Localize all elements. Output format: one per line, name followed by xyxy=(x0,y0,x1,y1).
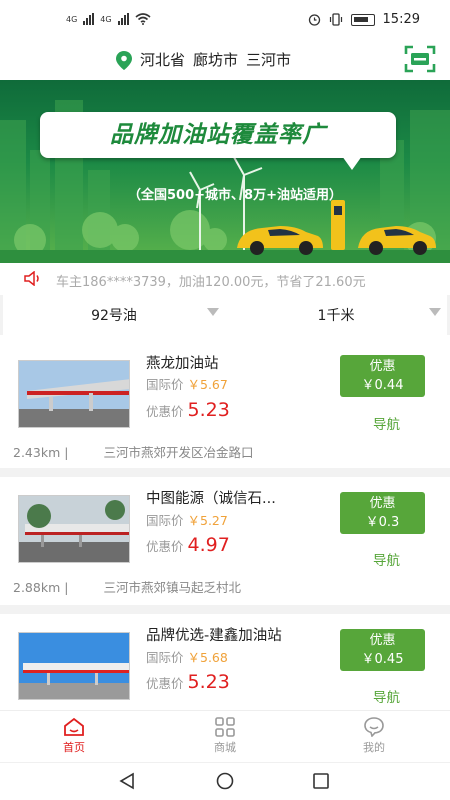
ticker-text: 车主186****3739，加油120.00元，节省了21.60元 xyxy=(56,275,366,290)
disc-price-label: 优惠价 xyxy=(146,539,184,554)
wifi-icon xyxy=(135,13,151,25)
scan-button[interactable] xyxy=(404,45,436,73)
address: 三河市燕郊开发区冶金路口 xyxy=(103,445,254,460)
intl-price-label: 国际价 xyxy=(146,650,184,665)
disc-price: 5.23 xyxy=(187,671,230,693)
status-bar: 4G 4G 15:29 xyxy=(0,0,450,42)
discount-label: 优惠 xyxy=(369,359,396,374)
distance-label: 1千米 xyxy=(317,308,355,324)
signal-icon-2 xyxy=(117,13,129,25)
tab-mall-label: 商城 xyxy=(214,741,236,754)
intl-price: ￥5.67 xyxy=(187,377,228,392)
disc-price-label: 优惠价 xyxy=(146,676,184,691)
intl-price-row: 国际价 ￥5.27 xyxy=(146,510,228,529)
distance-filter[interactable]: 1千米 xyxy=(225,295,447,335)
address: 三河市燕郊镇马起乏村北 xyxy=(103,580,241,595)
status-left: 4G 4G xyxy=(66,13,151,25)
home-button-icon[interactable] xyxy=(216,772,234,790)
vibrate-icon xyxy=(329,13,342,26)
disc-price-row: 优惠价 4.97 xyxy=(146,534,230,556)
alarm-icon xyxy=(308,14,320,26)
station-name: 中图能源（诚信石... xyxy=(146,491,276,507)
station-photo xyxy=(18,632,130,700)
distance: 2.43km | xyxy=(13,445,69,460)
disc-price-label: 优惠价 xyxy=(146,404,184,419)
home-icon xyxy=(64,717,84,736)
net-label-a: 4G xyxy=(66,14,78,24)
dropdown-triangle-icon xyxy=(429,308,441,316)
station-card[interactable]: 燕龙加油站 国际价 ￥5.67 优惠价 5.23 优惠 ￥0.44 导航 2.4… xyxy=(0,335,450,472)
city-label: 廊坊市 xyxy=(193,51,239,69)
discount-button[interactable]: 优惠 ￥0.3 xyxy=(340,492,425,534)
disc-price-row: 优惠价 5.23 xyxy=(146,671,230,693)
discount-value: ￥0.45 xyxy=(361,652,404,667)
status-right: 15:29 xyxy=(308,12,420,27)
battery-icon xyxy=(350,13,375,26)
station-photo xyxy=(18,360,130,428)
navigate-button[interactable]: 导航 xyxy=(373,549,400,569)
discount-button[interactable]: 优惠 ￥0.45 xyxy=(340,629,425,671)
station-list: 燕龙加油站 国际价 ￥5.67 优惠价 5.23 优惠 ￥0.44 导航 2.4… xyxy=(0,335,450,710)
discount-value: ￥0.44 xyxy=(361,378,404,393)
fuel-type-label: 92号油 xyxy=(91,308,137,324)
navigate-button[interactable]: 导航 xyxy=(373,686,400,706)
fuel-type-filter[interactable]: 92号油 xyxy=(3,295,225,335)
location-pin-icon xyxy=(116,50,132,70)
filter-bar: 92号油 1千米 xyxy=(0,295,450,335)
intl-price: ￥5.68 xyxy=(187,650,228,665)
address-row: 2.43km | 三河市燕郊开发区冶金路口 xyxy=(13,442,253,461)
grid-icon xyxy=(215,717,235,737)
banner-illustration xyxy=(0,100,450,263)
clock: 15:29 xyxy=(382,12,420,27)
net-label-b: 4G xyxy=(100,14,112,24)
speaker-icon xyxy=(24,271,39,286)
banner-subtitle: （全国500+城市、8万+油站适用） xyxy=(128,188,342,203)
tab-home-label: 首页 xyxy=(63,741,85,754)
location-header: 河北省 廊坊市 三河市 xyxy=(0,42,450,80)
discount-label: 优惠 xyxy=(369,633,396,648)
address-row: 2.88km | 三河市燕郊镇马起乏村北 xyxy=(13,577,241,596)
scan-icon xyxy=(404,45,436,73)
disc-price: 5.23 xyxy=(187,399,230,421)
intl-price-label: 国际价 xyxy=(146,377,184,392)
banner-title: 品牌加油站覆盖率广 xyxy=(110,122,326,148)
tab-mall[interactable]: 商城 xyxy=(175,717,275,755)
discount-value: ￥0.3 xyxy=(365,515,400,530)
back-icon[interactable] xyxy=(118,772,136,790)
tab-home[interactable]: 首页 xyxy=(24,717,124,755)
province-label: 河北省 xyxy=(140,51,186,69)
charger xyxy=(331,200,345,250)
system-nav-bar xyxy=(0,762,450,800)
bottom-tab-bar: 首页 商城 我的 xyxy=(0,710,450,762)
dropdown-triangle-icon xyxy=(207,308,219,316)
disc-price: 4.97 xyxy=(187,534,230,556)
station-name: 燕龙加油站 xyxy=(146,356,219,372)
tab-mine[interactable]: 我的 xyxy=(324,717,424,755)
signal-icon xyxy=(83,13,95,25)
recents-icon[interactable] xyxy=(312,772,330,790)
tab-mine-label: 我的 xyxy=(363,741,385,754)
station-card[interactable]: 品牌优选-建鑫加油站 国际价 ￥5.68 优惠价 5.23 优惠 ￥0.45 导… xyxy=(0,609,450,710)
banner-bubble: 品牌加油站覆盖率广 xyxy=(40,112,396,170)
station-name: 品牌优选-建鑫加油站 xyxy=(146,628,282,644)
distance: 2.88km | xyxy=(13,580,69,595)
intl-price: ￥5.27 xyxy=(187,513,228,528)
intl-price-label: 国际价 xyxy=(146,513,184,528)
promo-banner[interactable]: 品牌加油站覆盖率广 （全国500+城市、8万+油站适用） xyxy=(0,80,450,263)
station-photo xyxy=(18,495,130,563)
location-selector[interactable]: 河北省 廊坊市 三河市 xyxy=(116,49,291,70)
intl-price-row: 国际价 ￥5.67 xyxy=(146,374,228,393)
intl-price-row: 国际价 ￥5.68 xyxy=(146,647,228,666)
discount-label: 优惠 xyxy=(369,496,396,511)
savings-ticker: 车主186****3739，加油120.00元，节省了21.60元 xyxy=(0,263,450,295)
chat-icon xyxy=(364,717,384,737)
navigate-button[interactable]: 导航 xyxy=(373,413,400,433)
station-card[interactable]: 中图能源（诚信石... 国际价 ￥5.27 优惠价 4.97 优惠 ￥0.3 导… xyxy=(0,472,450,609)
disc-price-row: 优惠价 5.23 xyxy=(146,399,230,421)
district-label: 三河市 xyxy=(246,51,292,69)
discount-button[interactable]: 优惠 ￥0.44 xyxy=(340,355,425,397)
